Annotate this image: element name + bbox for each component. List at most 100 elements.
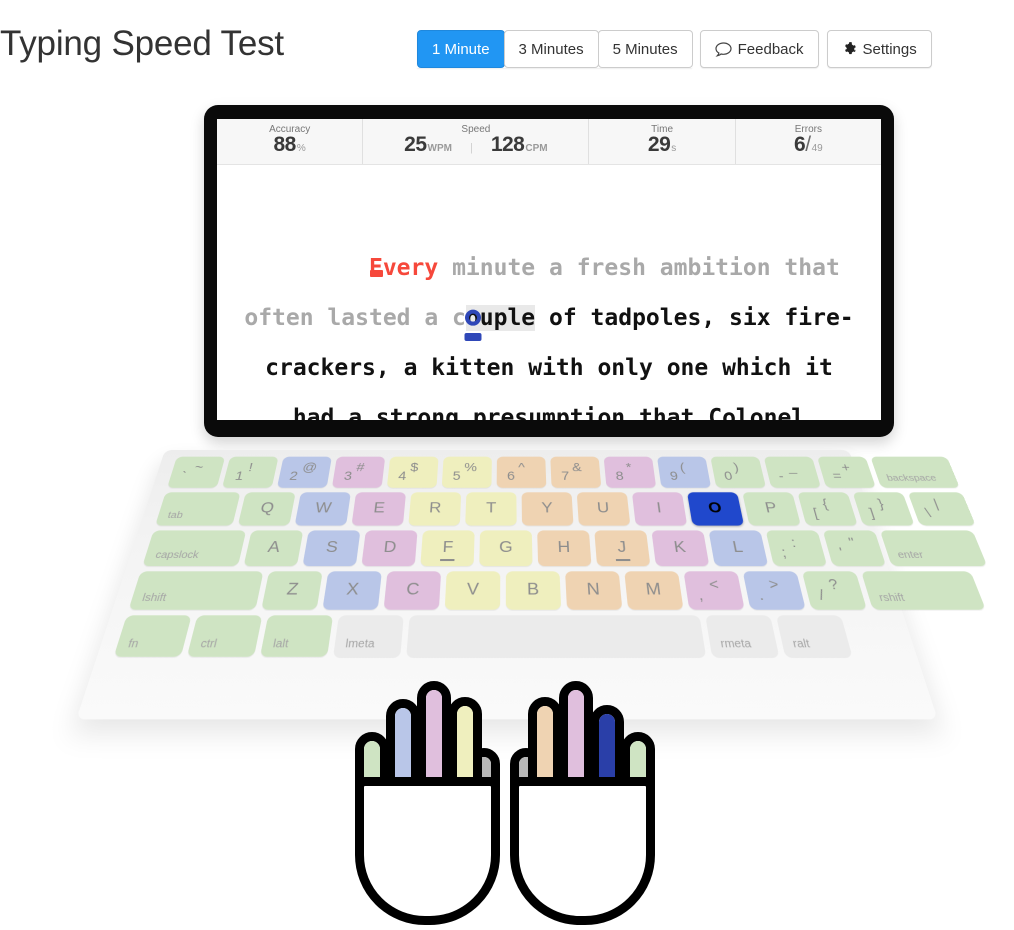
key-space[interactable] xyxy=(406,615,707,657)
key-upper-label: # xyxy=(355,460,366,474)
key-[interactable]: [{ xyxy=(797,492,858,526)
key-label: O xyxy=(707,500,724,517)
keyboard-row: lshift Z X C V B N M , <. > /? rshift xyxy=(128,571,986,610)
key-lower-label: - xyxy=(776,468,786,483)
key-z[interactable]: Z xyxy=(261,571,323,610)
key-b[interactable]: B xyxy=(505,571,562,610)
key-lower-label: , xyxy=(697,585,705,604)
key-d[interactable]: D xyxy=(361,530,418,567)
right-thumb xyxy=(510,748,542,820)
key-enter[interactable]: enter xyxy=(879,530,988,567)
keyboard-row: capslock A S D F G H J K L;: ' " enter xyxy=(142,530,988,567)
key-label: fn xyxy=(126,638,141,651)
key-label: V xyxy=(466,580,480,599)
key-y[interactable]: Y xyxy=(521,492,574,526)
key-lower-label: 4 xyxy=(397,468,408,483)
key-j[interactable]: J xyxy=(594,530,651,567)
key-backspace[interactable]: backspace xyxy=(870,456,960,488)
key-[interactable]: . > xyxy=(742,571,806,610)
key-9[interactable]: 9( xyxy=(656,456,712,488)
stat-time: Time 29 s xyxy=(589,119,736,164)
key-upper-label: $ xyxy=(409,460,419,474)
key-6[interactable]: 6 ^ xyxy=(496,456,547,488)
laptop-screen: Accuracy 88 % Speed 25 WPM | 128 CPM Tim… xyxy=(217,119,881,420)
key-label: D xyxy=(382,539,398,556)
key-[interactable]: /? xyxy=(801,571,868,610)
key-lower-label: 6 xyxy=(507,468,516,483)
typing-text-area[interactable]: Every minute a fresh ambition that often… xyxy=(217,165,881,420)
key-8[interactable]: 8 * xyxy=(603,456,657,488)
key-[interactable]: ]} xyxy=(852,492,915,526)
key-label: M xyxy=(644,580,663,599)
key-label: enter xyxy=(896,549,926,562)
key-p[interactable]: P xyxy=(742,492,801,526)
key-[interactable]: ` ~ xyxy=(167,456,226,488)
key-n[interactable]: N xyxy=(565,571,623,610)
key-5[interactable]: 5% xyxy=(441,456,492,488)
key-c[interactable]: C xyxy=(383,571,442,610)
key-lower-label: 3 xyxy=(343,468,354,483)
key-[interactable]: ' " xyxy=(822,530,887,567)
key-lmeta[interactable]: lmeta xyxy=(333,615,404,657)
key-lalt[interactable]: lalt xyxy=(259,615,334,657)
mode-button-3-minutes[interactable]: 3 Minutes xyxy=(503,30,599,68)
key-3[interactable]: 3 # xyxy=(331,456,386,488)
key-upper-label: + xyxy=(839,460,852,474)
key-x[interactable]: X xyxy=(322,571,382,610)
key-0[interactable]: 0) xyxy=(710,456,767,488)
keyboard-row: tab Q W E R T Y U I O P[{]} \ | xyxy=(155,492,976,526)
key-t[interactable]: T xyxy=(465,492,517,526)
key-lshift[interactable]: lshift xyxy=(128,571,264,610)
key-ralt[interactable]: ralt xyxy=(775,615,853,657)
key-fn[interactable]: fn xyxy=(113,615,192,657)
key-e[interactable]: E xyxy=(351,492,407,526)
key-v[interactable]: V xyxy=(444,571,501,610)
key-q[interactable]: Q xyxy=(237,492,296,526)
key-rmeta[interactable]: rmeta xyxy=(705,615,780,657)
key-w[interactable]: W xyxy=(294,492,351,526)
key-label: lmeta xyxy=(344,638,376,651)
key-[interactable]: ;: xyxy=(765,530,828,567)
stats-bar: Accuracy 88 % Speed 25 WPM | 128 CPM Tim… xyxy=(217,119,881,165)
key-u[interactable]: U xyxy=(576,492,631,526)
settings-button[interactable]: Settings xyxy=(826,30,932,68)
key-l[interactable]: L xyxy=(708,530,769,567)
key-tab[interactable]: tab xyxy=(155,492,241,526)
mode-button-1-minute[interactable]: 1 Minute xyxy=(417,30,505,68)
key-[interactable]: \ | xyxy=(907,492,976,526)
key-7[interactable]: 7 & xyxy=(550,456,602,488)
stat-errors-total: 49 xyxy=(811,143,823,154)
key-lower-label: 7 xyxy=(560,468,570,483)
cursor-character: o xyxy=(464,293,482,343)
key-label: T xyxy=(485,500,497,517)
app-header: Typing Speed Test 1 Minute 3 Minutes 5 M… xyxy=(0,0,1014,92)
key-s[interactable]: S xyxy=(302,530,361,567)
right-pinky-finger xyxy=(621,732,655,817)
key-upper-label: ^ xyxy=(518,460,525,474)
key-k[interactable]: K xyxy=(651,530,710,567)
key-g[interactable]: G xyxy=(479,530,533,567)
key-4[interactable]: 4 $ xyxy=(386,456,439,488)
key-a[interactable]: A xyxy=(243,530,304,567)
key-label: lshift xyxy=(140,592,168,605)
key-[interactable]: , < xyxy=(683,571,745,610)
key-lower-label: [ xyxy=(811,504,820,520)
key-1[interactable]: 1! xyxy=(221,456,279,488)
key-o[interactable]: O xyxy=(687,492,745,526)
key-r[interactable]: R xyxy=(408,492,462,526)
left-pinky-finger xyxy=(355,732,389,817)
key-[interactable]: = + xyxy=(816,456,876,488)
key-label: rshift xyxy=(877,592,907,605)
key-m[interactable]: M xyxy=(624,571,684,610)
key-capslock[interactable]: capslock xyxy=(142,530,247,567)
key-f[interactable]: F xyxy=(420,530,475,567)
key-2[interactable]: 2 @ xyxy=(276,456,332,488)
key-rshift[interactable]: rshift xyxy=(861,571,986,610)
key-h[interactable]: H xyxy=(537,530,592,567)
feedback-button[interactable]: Feedback xyxy=(699,30,819,68)
key-ctrl[interactable]: ctrl xyxy=(186,615,263,657)
duration-mode-group: 1 Minute 3 Minutes 5 Minutes xyxy=(417,30,693,68)
key-i[interactable]: I xyxy=(631,492,688,526)
mode-button-5-minutes[interactable]: 5 Minutes xyxy=(597,30,693,68)
key-[interactable]: - _ xyxy=(763,456,822,488)
